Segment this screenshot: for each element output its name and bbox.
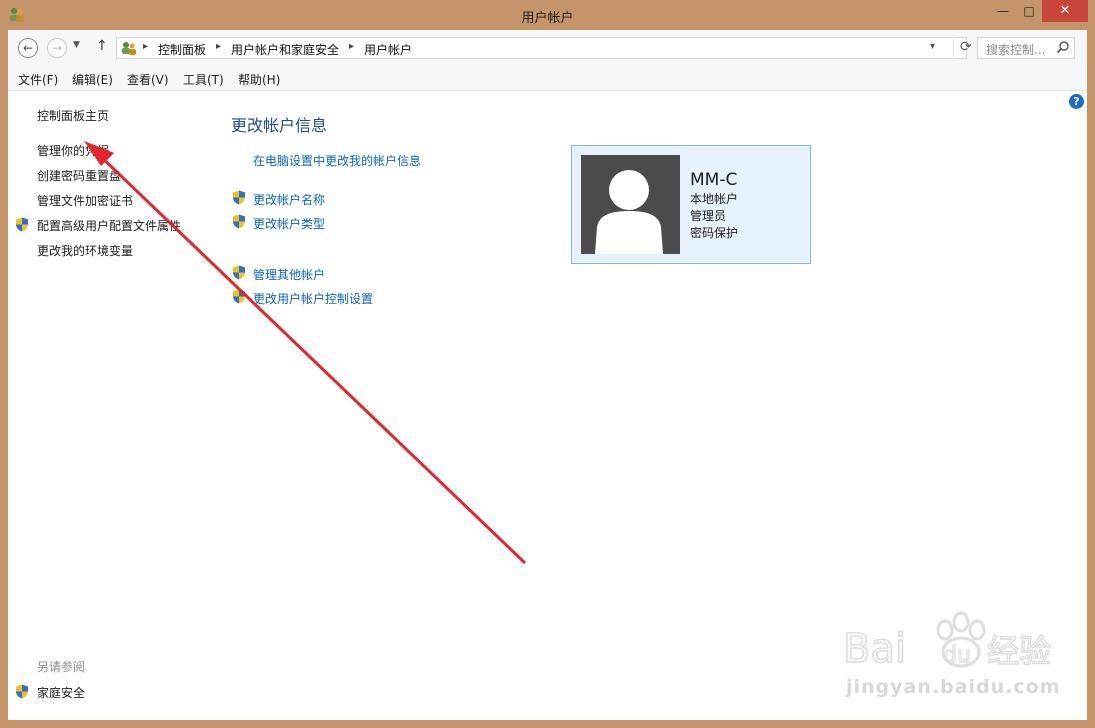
menu-view[interactable]: 查看(V) [127,71,169,88]
sidebar-item-manage-encryption-certificates[interactable]: 管理文件加密证书 [37,192,133,209]
breadcrumb-separator[interactable]: ▸ [349,41,354,52]
search-icon[interactable] [1056,40,1070,54]
sidebar-item-control-panel-home[interactable]: 控制面板主页 [37,107,109,124]
maximize-button[interactable]: □ [1016,0,1042,22]
account-card: MM-C 本地帐户 管理员 密码保护 [571,145,811,264]
menu-file[interactable]: 文件(F) [18,71,58,88]
menu-help[interactable]: 帮助(H) [238,71,280,88]
manage-other-accounts-link[interactable]: 管理其他帐户 [253,266,325,283]
help-icon[interactable]: ? [1069,94,1084,109]
breadcrumb[interactable]: ▸ 控制面板 ▸ 用户帐户和家庭安全 ▸ 用户帐户 ▾ ⟳ [116,37,972,59]
change-account-in-pc-settings-link[interactable]: 在电脑设置中更改我的帐户信息 [253,152,421,169]
minimize-button[interactable]: — [990,0,1016,22]
uac-shield-icon [16,684,28,699]
uac-shield-icon [233,214,245,229]
page-title: 更改帐户信息 [231,116,328,135]
breadcrumb-separator[interactable]: ▸ [216,41,221,52]
address-history-chevron-down-icon[interactable]: ▾ [930,41,935,52]
breadcrumb-user-accounts[interactable]: 用户帐户 [364,41,412,58]
up-button[interactable]: ↑ [96,38,108,54]
change-uac-settings-link[interactable]: 更改用户帐户控制设置 [253,290,373,307]
svg-text:Bai: Bai [843,626,906,672]
watermark-url: jingyan.baidu.com [846,676,1061,698]
control-panel-icon [122,42,136,55]
uac-shield-icon [16,217,28,232]
uac-shield-icon [233,289,245,304]
uac-shield-icon [233,190,245,205]
refresh-icon[interactable]: ⟳ [953,39,972,57]
address-bar: ← → ▼ ↑ ▸ 控制面板 ▸ 用户帐户和家庭安全 ▸ 用户帐户 ▾ ⟳ 搜索… [8,30,1087,66]
breadcrumb-user-accounts-family-safety[interactable]: 用户帐户和家庭安全 [231,41,339,58]
back-button[interactable]: ← [18,38,38,58]
breadcrumb-separator[interactable]: ▸ [143,41,148,52]
svg-text:du: du [943,643,971,668]
menu-tools[interactable]: 工具(T) [183,71,224,88]
uac-shield-icon [233,265,245,280]
account-type: 本地帐户 [690,192,739,206]
breadcrumb-control-panel[interactable]: 控制面板 [158,41,206,58]
close-button[interactable]: ✕ [1042,0,1088,22]
sidebar-item-advanced-profile-properties[interactable]: 配置高级用户配置文件属性 [37,217,181,234]
menu-bar: 文件(F) 编辑(E) 查看(V) 工具(T) 帮助(H) [8,66,1087,91]
account-name: MM-C [690,170,738,190]
recent-locations-dropdown[interactable]: ▼ [73,40,80,50]
see-also-family-safety-link[interactable]: 家庭安全 [37,684,85,701]
sidebar-item-create-password-reset-disk[interactable]: 创建密码重置盘 [37,167,121,184]
account-role: 管理员 [690,209,727,223]
user-silhouette-icon [595,170,663,254]
svg-text:经验: 经验 [987,632,1051,670]
change-account-type-link[interactable]: 更改帐户类型 [253,215,325,232]
title-bar[interactable]: 用户帐户 — □ ✕ [0,0,1095,30]
sidebar-item-change-environment-variables[interactable]: 更改我的环境变量 [37,242,133,259]
change-account-name-link[interactable]: 更改帐户名称 [253,191,325,208]
avatar [581,155,680,254]
menu-edit[interactable]: 编辑(E) [72,71,113,88]
see-also-heading: 另请参阅 [37,660,86,674]
forward-button[interactable]: → [47,38,67,58]
search-input[interactable]: 搜索控制... [977,37,1075,59]
account-password-status: 密码保护 [690,226,739,240]
search-placeholder: 搜索控制... [986,43,1046,57]
sidebar-item-manage-credentials[interactable]: 管理你的凭据 [37,142,109,159]
window-title: 用户帐户 [521,11,574,26]
